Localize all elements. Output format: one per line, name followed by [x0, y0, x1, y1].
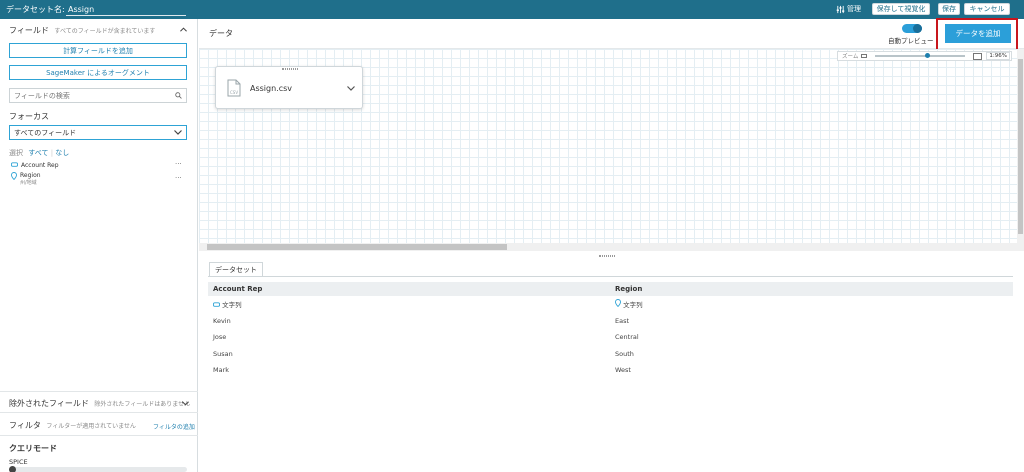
table-row: Jose Central	[208, 329, 1013, 346]
auto-preview-toggle[interactable]: 自動プレビュー	[888, 22, 934, 45]
table-cell: Kevin	[213, 316, 231, 325]
excluded-title: 除外されたフィールド	[9, 399, 89, 408]
type-row: 文字列 文字列	[208, 296, 1013, 313]
column-type-label: 文字列	[623, 301, 643, 310]
location-pin-icon	[11, 172, 17, 180]
zoom-value[interactable]: 1:96%	[986, 52, 1010, 60]
field-item-account-rep[interactable]: Account Rep	[11, 162, 59, 169]
divider	[0, 435, 198, 436]
filter-header: フィルタ フィルターが適用されていません	[9, 420, 136, 431]
field-name: Region	[20, 172, 41, 179]
table-cell: Jose	[213, 333, 227, 342]
zoom-slider[interactable]	[875, 53, 966, 58]
select-all-link[interactable]: すべて	[28, 149, 48, 157]
toggle-knob	[913, 24, 922, 33]
preview-table: Account Rep Region 文字列 文字列 Kevin East Jo…	[208, 282, 1013, 379]
query-mode-title: クエリモード	[9, 444, 57, 453]
divider	[0, 391, 198, 392]
save-and-visualize-button[interactable]: 保存して視覚化	[872, 3, 930, 15]
column-type-label: 文字列	[222, 301, 242, 310]
filter-title: フィルタ	[9, 421, 41, 430]
add-data-button[interactable]: データを追加	[945, 24, 1011, 43]
column-type: 文字列	[610, 296, 1013, 313]
table-row: Kevin East	[208, 313, 1013, 330]
add-filter-link[interactable]: フィルタの追加	[153, 422, 198, 431]
tab-dataset[interactable]: データセット	[209, 262, 263, 276]
manage-button[interactable]: 管理	[836, 4, 861, 14]
field-menu-icon[interactable]: ···	[175, 160, 182, 168]
scrollbar-thumb[interactable]	[1018, 59, 1023, 234]
data-source-name: Assign.csv	[250, 84, 293, 93]
field-search-input[interactable]	[14, 91, 174, 100]
query-mode-value: SPICE	[9, 458, 28, 466]
excluded-fields-header: 除外されたフィールド 除外されたフィールドはありません	[9, 398, 190, 409]
zoom-label: ズーム	[842, 54, 859, 60]
auto-preview-label: 自動プレビュー	[888, 37, 934, 45]
chevron-down-icon	[174, 130, 182, 135]
sagemaker-augment-button[interactable]: SageMaker によるオーグメント	[9, 65, 187, 80]
table-row: Mark West	[208, 362, 1013, 379]
zoom-control: ズーム 1:96%	[837, 51, 1012, 61]
fields-subtitle: すべてのフィールドが含まれています	[54, 28, 156, 35]
field-search-box[interactable]	[9, 88, 187, 103]
select-none-link[interactable]: なし	[55, 149, 69, 157]
table-cell: Central	[615, 333, 639, 342]
add-calculated-field-button[interactable]: 計算フィールドを追加	[9, 43, 187, 58]
data-source-card[interactable]: CSV Assign.csv	[215, 66, 363, 109]
field-item-region[interactable]: Region 州/地域	[11, 172, 41, 186]
column-header[interactable]: Region	[610, 282, 1013, 296]
table-header-row: Account Rep Region	[208, 282, 1013, 296]
dataset-name-label: データセット名:	[6, 5, 65, 14]
table-cell: Mark	[213, 366, 230, 375]
toggle-knob	[9, 466, 16, 472]
excluded-subtitle: 除外されたフィールドはありません	[94, 401, 191, 408]
file-type-label: CSV	[230, 90, 239, 95]
fields-section-header: フィールド すべてのフィールドが含まれています	[9, 25, 155, 36]
filter-subtitle: フィルターが適用されていません	[46, 423, 136, 430]
string-icon	[213, 302, 220, 307]
manage-label: 管理	[847, 5, 861, 13]
save-button[interactable]: 保存	[938, 3, 960, 15]
string-icon	[11, 162, 18, 167]
select-row: 選択 すべて | なし	[9, 149, 70, 157]
chevron-up-icon[interactable]	[180, 27, 187, 32]
focus-select[interactable]: すべてのフィールド	[9, 125, 187, 140]
scrollbar-thumb[interactable]	[207, 244, 507, 250]
select-label: 選択	[9, 149, 23, 157]
table-row: Susan South	[208, 346, 1013, 363]
canvas-vertical-scrollbar[interactable]	[1017, 49, 1024, 243]
divider	[0, 412, 198, 413]
field-name: Account Rep	[21, 162, 59, 169]
fields-title: フィールド	[9, 26, 49, 35]
top-bar: データセット名: 管理 保存して視覚化 保存 キャンセル	[0, 0, 1024, 19]
column-header[interactable]: Account Rep	[208, 282, 610, 296]
table-cell: West	[615, 366, 631, 375]
location-pin-icon	[615, 299, 621, 308]
table-cell: East	[615, 316, 630, 325]
divider	[208, 276, 1013, 277]
chevron-down-icon[interactable]	[347, 86, 355, 91]
focus-title: フォーカス	[9, 112, 49, 121]
table-cell: South	[615, 349, 634, 358]
fit-icon[interactable]	[973, 52, 983, 60]
left-panel: フィールド すべてのフィールドが含まれています 計算フィールドを追加 SageM…	[0, 19, 198, 472]
query-mode-toggle[interactable]	[9, 466, 187, 472]
data-header: データ 自動プレビュー データを追加	[199, 18, 1024, 51]
canvas-horizontal-scrollbar[interactable]	[199, 243, 1024, 251]
chevron-down-icon[interactable]	[182, 401, 189, 406]
zoom-out-icon[interactable]	[861, 54, 868, 58]
focus-selected-value: すべてのフィールド	[14, 128, 77, 137]
cancel-button[interactable]: キャンセル	[964, 3, 1010, 15]
field-menu-icon[interactable]: ···	[175, 174, 182, 182]
drag-handle[interactable]	[282, 68, 298, 70]
field-type: 州/地域	[20, 180, 37, 186]
data-title: データ	[209, 29, 233, 38]
column-type: 文字列	[208, 296, 610, 313]
table-cell: Susan	[213, 349, 233, 358]
sliders-icon	[836, 5, 845, 13]
search-icon	[175, 92, 182, 99]
resize-handle[interactable]	[599, 255, 615, 257]
zoom-slider-thumb[interactable]	[925, 53, 931, 58]
dataset-name-input[interactable]	[66, 3, 186, 16]
